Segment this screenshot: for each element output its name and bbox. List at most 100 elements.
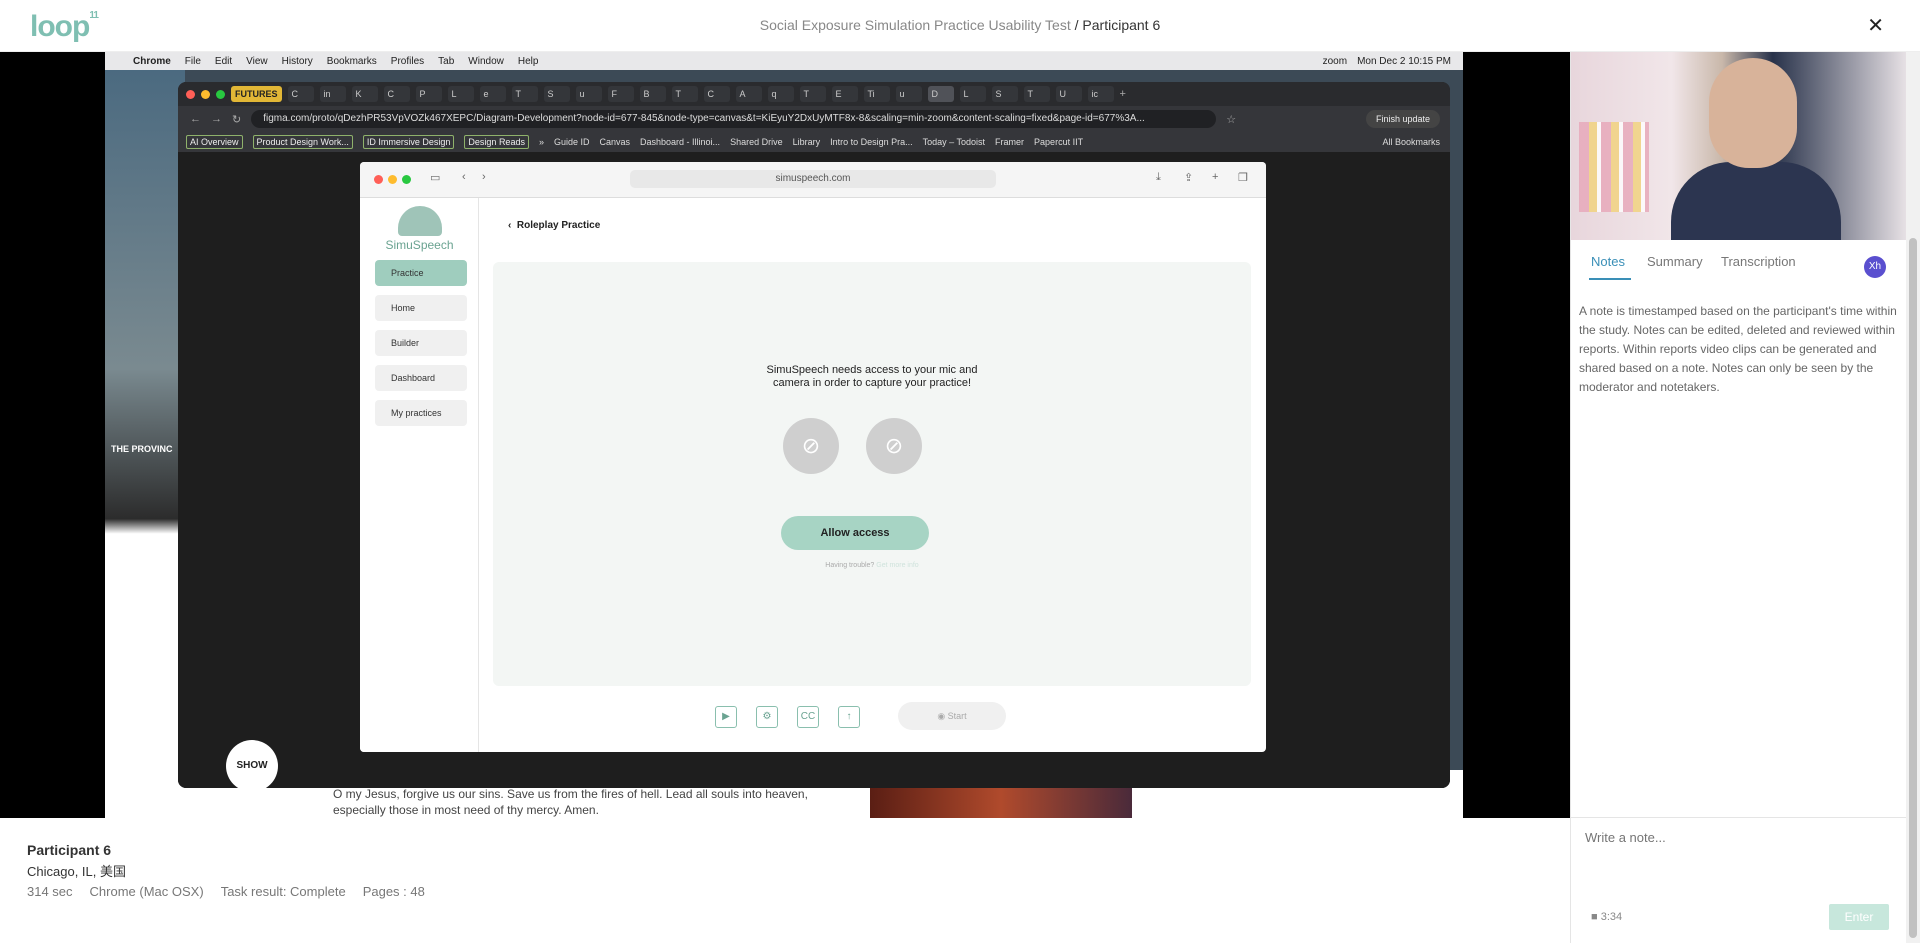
chrome-tab: L — [447, 86, 474, 102]
chrome-tab: F — [607, 86, 634, 102]
chrome-tab: T — [799, 86, 826, 102]
download-icon: ⤓ — [1156, 171, 1161, 183]
participant-location: Chicago, IL, 美国 — [27, 864, 126, 879]
trouble-label: Having trouble? — [825, 562, 875, 569]
video-icon: ■ — [1591, 911, 1598, 923]
mac-menu-item: Tab — [438, 55, 455, 67]
star-icon: ☆ — [1226, 113, 1237, 126]
zoom-dot — [216, 89, 225, 99]
participant-title: Participant 6 — [1082, 17, 1161, 33]
all-bookmarks: All Bookmarks — [1382, 137, 1440, 147]
recording-video[interactable]: Chrome File Edit View History Bookmarks … — [0, 52, 1570, 818]
sidebar-item-dashboard: Dashboard — [375, 365, 467, 391]
webcam-face — [1709, 58, 1797, 168]
sidebar-item-builder: Builder — [375, 330, 467, 356]
tabs-overview-icon: ❐ — [1238, 172, 1248, 184]
chrome-tab: C — [383, 86, 410, 102]
chrome-tab: T — [1023, 86, 1050, 102]
chrome-tab: in — [319, 86, 346, 102]
reload-icon: ↻ — [232, 113, 242, 126]
chrome-address-row: ← → ↻ figma.com/proto/qDezhPR53VpVOZk467… — [178, 106, 1450, 132]
sidebar-toggle-icon: ▭ — [430, 172, 441, 184]
bookmark: ID Immersive Design — [362, 135, 455, 149]
panel-tabs: Notes Summary Transcription Xh — [1571, 240, 1907, 280]
participant-webcam — [1571, 52, 1907, 240]
bookmark: AI Overview — [186, 135, 243, 149]
duration: 314 sec — [27, 884, 73, 899]
participant-meta: 314 sec Chrome (Mac OSX) Task result: Co… — [27, 884, 425, 899]
chrome-tab: e — [479, 86, 506, 102]
close-icon[interactable]: ✕ — [1867, 13, 1884, 38]
chrome-tab: B — [639, 86, 666, 102]
tab-summary[interactable]: Summary — [1647, 254, 1703, 269]
having-trouble-text: Having trouble? Get more info — [493, 562, 1251, 569]
participant-info: Participant 6 Chicago, IL, 美国 314 sec Ch… — [0, 818, 1570, 943]
captions-icon: CC — [797, 706, 819, 728]
notes-panel: Notes Summary Transcription Xh A note is… — [1570, 52, 1907, 943]
chrome-tab: S — [543, 86, 570, 102]
bookmark: Shared Drive — [730, 137, 783, 147]
title-separator: / — [1070, 17, 1083, 33]
notes-hint: A note is timestamped based on the parti… — [1579, 304, 1897, 394]
bookmark: Guide ID — [553, 137, 590, 147]
permission-message: SimuSpeech needs access to your mic and … — [493, 364, 1251, 390]
note-input[interactable] — [1585, 826, 1885, 848]
chrome-tab: E — [831, 86, 858, 102]
show-button[interactable]: SHOW — [226, 740, 278, 792]
bookmark: Design Reads — [464, 135, 529, 149]
camera-off-icon: ⊘ — [783, 418, 839, 474]
more-info-link: Get more info — [876, 562, 919, 569]
chrome-tab: S — [991, 86, 1018, 102]
practice-controls: ▶ ⚙ CC ↑ ◉ Start — [360, 702, 1266, 732]
sidebar-item-practice: Practice — [375, 260, 467, 286]
permission-line-2: camera in order to capture your practice… — [772, 377, 972, 389]
chrome-tab-active: D — [927, 86, 954, 102]
browser: Chrome (Mac OSX) — [89, 884, 204, 899]
brand-name: SimuSpeech — [385, 238, 454, 252]
chrome-tab: P — [415, 86, 442, 102]
avatar[interactable]: Xh — [1864, 256, 1886, 278]
zoom-status: zoom — [1322, 55, 1348, 67]
bookmark: Papercut IIT — [1034, 137, 1084, 147]
recorded-screen: Chrome File Edit View History Bookmarks … — [105, 52, 1463, 818]
bookmark: Dashboard - Illinoi... — [640, 137, 721, 147]
chevron-right-icon: » — [538, 137, 544, 147]
pages-count: Pages : 48 — [362, 884, 425, 899]
tab-notes[interactable]: Notes — [1591, 254, 1625, 269]
background-prayer-text: O my Jesus, forgive us our sins. Save us… — [333, 787, 808, 817]
start-button: ◉ Start — [898, 702, 1006, 730]
study-title: Social Exposure Simulation Practice Usab… — [759, 17, 1071, 33]
safari-toolbar: ▭ ‹ › simuspeech.com ⤓ ⇪ + ❐ — [360, 162, 1266, 198]
chrome-tab: u — [575, 86, 602, 102]
chrome-tab: T — [511, 86, 538, 102]
back-icon: ‹ — [462, 171, 466, 183]
mac-menu-item: Window — [468, 55, 504, 67]
bookmark: Canvas — [599, 137, 631, 147]
active-tab-indicator — [1589, 278, 1631, 280]
close-dot — [374, 175, 383, 184]
mac-menu-item: Help — [517, 55, 539, 67]
new-tab-icon: + — [1212, 171, 1219, 183]
page-scrollbar[interactable] — [1906, 52, 1920, 943]
bookmark: Intro to Design Pra... — [830, 137, 913, 147]
enter-button[interactable]: Enter — [1829, 904, 1889, 930]
settings-icon: ⚙ — [756, 706, 778, 728]
chrome-tab: C — [287, 86, 314, 102]
tab-transcription[interactable]: Transcription — [1721, 254, 1796, 269]
mac-menu-item: File — [184, 55, 201, 67]
note-composer: ■ 3:34 Enter — [1571, 817, 1907, 943]
mac-menu-app: Chrome — [133, 55, 171, 67]
chrome-tab: ic — [1087, 86, 1114, 102]
mac-menu-bar: Chrome File Edit View History Bookmarks … — [105, 52, 1463, 70]
sidebar-item-my-practices: My practices — [375, 400, 467, 426]
chrome-tab: u — [895, 86, 922, 102]
mac-menu-item: Bookmarks — [326, 55, 377, 67]
task-result: Task result: Complete — [220, 884, 346, 899]
sidebar-item-home: Home — [375, 295, 467, 321]
chrome-tab: q — [767, 86, 794, 102]
scroll-thumb[interactable] — [1909, 238, 1917, 938]
chrome-tab: T — [671, 86, 698, 102]
bookmarks-bar: AI Overview Product Design Work... ID Im… — [178, 132, 1450, 152]
page-title: Social Exposure Simulation Practice Usab… — [0, 17, 1920, 33]
timestamp-value: 3:34 — [1600, 911, 1623, 923]
